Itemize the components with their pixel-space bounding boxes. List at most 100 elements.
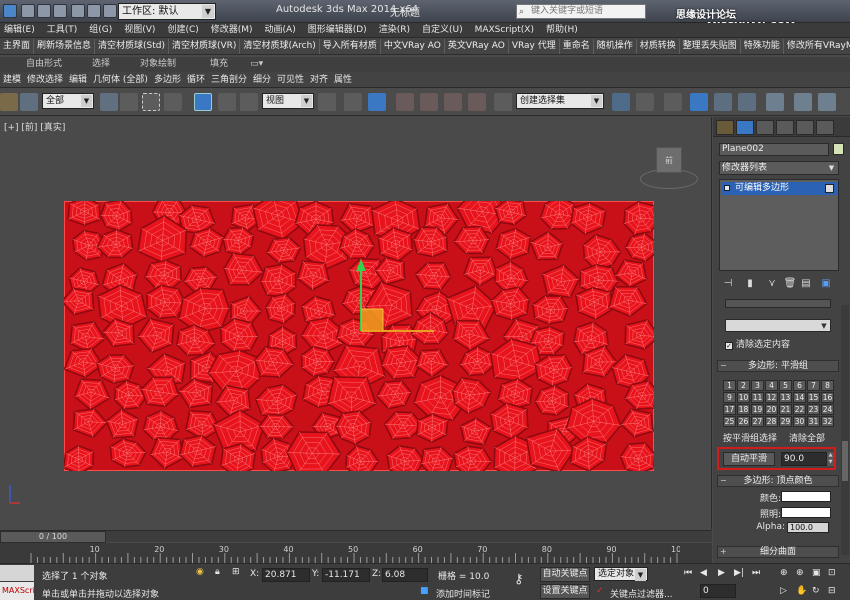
timeline-ruler[interactable]: 10 20 30 40 50 60 70 80 90 100	[28, 543, 680, 563]
smoothing-group-button[interactable]: 6	[793, 380, 806, 391]
stack-item-editable-poly[interactable]: 可编辑多边形	[721, 182, 837, 195]
utilities-tab-icon[interactable]	[816, 120, 834, 135]
tab-object-paint[interactable]: 对象绘制	[116, 57, 182, 72]
mirror-icon[interactable]	[612, 93, 630, 111]
smoothing-group-button[interactable]: 31	[807, 416, 820, 427]
zoom-icon[interactable]: ⊕	[780, 568, 788, 578]
checkbox-icon[interactable]: ✓	[725, 342, 733, 350]
modifier-stack[interactable]: 可编辑多边形	[719, 179, 839, 271]
display-tab-icon[interactable]	[796, 120, 814, 135]
pin-stack-icon[interactable]: ⊣	[721, 277, 735, 291]
percent-snap-icon[interactable]	[444, 93, 462, 111]
angle-snap-icon[interactable]	[420, 93, 438, 111]
custom-btn-clear-arch[interactable]: 清空材质球(Arch)	[240, 39, 320, 54]
snaps-toggle-icon[interactable]	[396, 93, 414, 111]
configure-modifier-sets-icon[interactable]: ▤	[799, 277, 813, 291]
auto-smooth-button[interactable]: 自动平滑	[723, 452, 775, 466]
auto-smooth-threshold-field[interactable]: 90.0	[781, 452, 827, 466]
maxscript-mini-listener[interactable]: MAXScri	[0, 582, 35, 600]
menu-modifiers[interactable]: 修改器(M)	[207, 23, 261, 37]
open-file-icon[interactable]	[37, 4, 51, 18]
y-coordinate-field[interactable]: -11.171	[322, 568, 370, 582]
smoothing-group-button[interactable]: 13	[779, 392, 792, 403]
tab-populate[interactable]: 填充	[182, 57, 234, 72]
zoom-all-icon[interactable]: ⊕	[796, 568, 804, 578]
align-icon[interactable]	[636, 93, 654, 111]
voronoi-plane-mesh[interactable]	[64, 201, 654, 471]
make-unique-icon[interactable]: ⋎	[765, 277, 779, 291]
scrollbar-thumb[interactable]	[842, 441, 848, 481]
smoothing-group-button[interactable]: 22	[793, 404, 806, 415]
selection-lock-icon[interactable]: 🔒︎	[215, 567, 220, 577]
front-viewport[interactable]: [+] [前] [真实] 前	[0, 117, 712, 529]
alpha-field[interactable]: 100.0	[787, 522, 829, 533]
render-setup-icon[interactable]	[794, 93, 812, 111]
field-of-view-icon[interactable]: ▷	[780, 586, 787, 596]
zoom-extents-icon[interactable]: ▣	[812, 568, 821, 578]
menu-maxscript[interactable]: MAXScript(X)	[471, 23, 542, 37]
x-coordinate-field[interactable]: 20.871	[262, 568, 310, 582]
layer-manager-icon[interactable]	[664, 93, 682, 111]
go-to-start-icon[interactable]: ⏮	[684, 568, 692, 578]
viewcube[interactable]: 前	[656, 147, 682, 173]
smoothing-group-button[interactable]: 32	[821, 416, 834, 427]
smoothing-group-button[interactable]: 29	[779, 416, 792, 427]
key-filters-button[interactable]: 关键点过滤器...	[610, 587, 673, 600]
modifier-options-icon[interactable]: ▣	[819, 277, 833, 291]
smoothing-group-button[interactable]: 17	[723, 404, 736, 415]
ribbon-align[interactable]: 对齐	[307, 72, 331, 87]
smoothing-group-button[interactable]: 18	[737, 404, 750, 415]
motion-tab-icon[interactable]	[776, 120, 794, 135]
smoothing-group-button[interactable]: 11	[751, 392, 764, 403]
clear-selection-checkbox[interactable]: ✓ 清除选定内容	[725, 337, 790, 350]
smoothing-group-button[interactable]: 26	[737, 416, 750, 427]
clear-all-button[interactable]: 清除全部	[789, 433, 825, 445]
menu-graph-editors[interactable]: 图形编辑器(D)	[304, 23, 375, 37]
smoothing-group-button[interactable]: 23	[807, 404, 820, 415]
scale-icon[interactable]	[240, 93, 258, 111]
track-bar[interactable]: 10 20 30 40 50 60 70 80 90 100	[0, 543, 712, 563]
menu-rendering[interactable]: 渲染(R)	[375, 23, 418, 37]
ribbon-options-icon[interactable]: ▭▾	[234, 57, 269, 72]
custom-btn-clear-std[interactable]: 清空材质球(Std)	[95, 39, 170, 54]
keyboard-shortcut-override-icon[interactable]	[368, 93, 386, 111]
pan-icon[interactable]: ✋	[796, 586, 807, 596]
smoothing-group-button[interactable]: 14	[793, 392, 806, 403]
edit-named-selection-icon[interactable]	[494, 93, 512, 111]
curve-editor-icon[interactable]	[714, 93, 732, 111]
search-input[interactable]: ⌕ 键入关键字或短语	[516, 4, 646, 19]
smoothing-group-button[interactable]: 8	[821, 380, 834, 391]
move-icon[interactable]	[194, 93, 212, 111]
select-by-name-icon[interactable]	[120, 93, 138, 111]
graphite-toolbar-icon[interactable]	[690, 93, 708, 111]
ribbon-edit[interactable]: 编辑	[66, 72, 90, 87]
spinner-snap-icon[interactable]	[468, 93, 486, 111]
modifier-list-dropdown[interactable]: 修改器列表 ▼	[719, 161, 839, 175]
smoothing-group-button[interactable]: 20	[765, 404, 778, 415]
smoothing-group-button[interactable]: 28	[765, 416, 778, 427]
modify-tab-icon[interactable]	[736, 120, 754, 135]
isolate-selection-icon[interactable]: ◉	[196, 567, 204, 577]
set-key-icon[interactable]: ⚷	[514, 572, 524, 587]
menu-group[interactable]: 组(G)	[85, 23, 120, 37]
smoothing-group-button[interactable]: 15	[807, 392, 820, 403]
menu-help[interactable]: 帮助(H)	[542, 23, 586, 37]
reference-coord-dropdown[interactable]: 视图 ▼	[262, 93, 314, 109]
go-to-end-icon[interactable]: ⏭	[752, 568, 760, 578]
render-teapot-icon[interactable]	[818, 93, 836, 111]
smoothing-group-button[interactable]: 12	[765, 392, 778, 403]
smoothing-group-button[interactable]: 1	[723, 380, 736, 391]
redo-icon[interactable]	[87, 4, 101, 18]
next-frame-icon[interactable]: ▶|	[734, 568, 744, 578]
select-object-icon[interactable]	[100, 93, 118, 111]
rect-selection-icon[interactable]	[142, 93, 160, 111]
custom-btn-vray-proxy[interactable]: VRay 代理	[509, 39, 560, 54]
custom-btn-material-convert[interactable]: 材质转换	[637, 39, 680, 54]
new-file-icon[interactable]	[21, 4, 35, 18]
smoothing-group-button[interactable]: 25	[723, 416, 736, 427]
maximize-viewport-icon[interactable]: ⊟	[828, 586, 836, 596]
selection-rollout-clipped[interactable]	[725, 299, 831, 308]
smoothing-group-button[interactable]: 7	[807, 380, 820, 391]
custom-btn-import-materials[interactable]: 导入所有材质	[320, 39, 381, 54]
menu-views[interactable]: 视图(V)	[120, 23, 163, 37]
